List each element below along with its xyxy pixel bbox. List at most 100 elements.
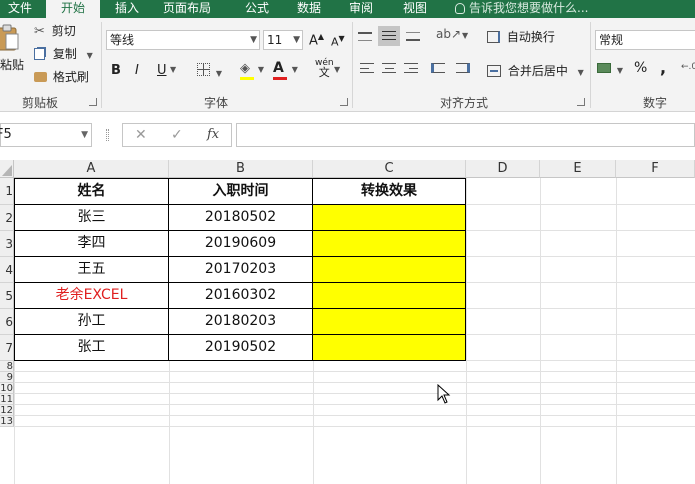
- column-header-f[interactable]: F: [616, 160, 695, 178]
- enter-icon[interactable]: ✓: [171, 127, 183, 143]
- tab-page-layout[interactable]: 页面布局: [150, 0, 224, 18]
- row-header-13[interactable]: 13: [0, 416, 14, 427]
- row-header-5[interactable]: 5: [0, 283, 14, 309]
- comma-button[interactable]: ,: [660, 58, 666, 77]
- paintbrush-icon: [34, 72, 47, 82]
- select-all-corner[interactable]: [0, 160, 14, 178]
- font-launcher-icon[interactable]: [340, 98, 348, 106]
- row-header-3[interactable]: 3: [0, 231, 14, 257]
- column-header-e[interactable]: E: [540, 160, 616, 178]
- cancel-icon[interactable]: ✕: [135, 127, 147, 143]
- gridline: [14, 360, 15, 484]
- result-cell[interactable]: [313, 309, 466, 335]
- tab-review[interactable]: 审阅: [338, 0, 384, 18]
- align-top-button[interactable]: [358, 30, 372, 44]
- column-header-b[interactable]: B: [169, 160, 313, 178]
- fill-color-button[interactable]: ◈ ▼: [240, 61, 264, 80]
- align-center-button[interactable]: [382, 62, 396, 76]
- italic-button[interactable]: I: [135, 63, 139, 78]
- table-cell[interactable]: 20180203: [169, 309, 313, 335]
- tab-file[interactable]: 文件: [0, 0, 40, 18]
- column-header-c[interactable]: C: [313, 160, 466, 178]
- tab-view[interactable]: 视图: [392, 0, 438, 18]
- table-cell[interactable]: 20190609: [169, 231, 313, 257]
- formula-input[interactable]: [236, 123, 695, 147]
- phonetic-button[interactable]: wén 文: [315, 58, 334, 78]
- result-cell[interactable]: [313, 283, 466, 309]
- table-cell[interactable]: 20190502: [169, 335, 313, 361]
- row-header-8[interactable]: 8: [0, 361, 14, 372]
- formula-bar: F5 ▼ ✕ ✓ fx: [0, 121, 695, 149]
- table-cell[interactable]: 王五: [14, 257, 169, 283]
- row-header-11[interactable]: 11: [0, 394, 14, 405]
- underline-dropdown-icon[interactable]: ▼: [170, 65, 176, 74]
- font-size-select[interactable]: 11 ▼: [263, 30, 303, 50]
- shrink-font-button[interactable]: A▼: [331, 34, 345, 49]
- row-header-6[interactable]: 6: [0, 309, 14, 335]
- alignment-launcher-icon[interactable]: [577, 98, 585, 106]
- table-cell[interactable]: 20180502: [169, 205, 313, 231]
- column-header-a[interactable]: A: [14, 160, 169, 178]
- table-header-cell[interactable]: 转换效果: [313, 178, 466, 205]
- tab-formulas[interactable]: 公式: [234, 0, 280, 18]
- table-cell[interactable]: 孙工: [14, 309, 169, 335]
- align-left-button[interactable]: [360, 62, 374, 76]
- row-header-1[interactable]: 1: [0, 178, 14, 205]
- result-cell[interactable]: [313, 335, 466, 361]
- worksheet-grid[interactable]: A B C D E F 1 2 3 4 5 6 7 8 9 10 11 12 13 姓名 入职时间 转换效果 张三 20180…: [0, 157, 695, 484]
- align-center-icon: [382, 63, 396, 73]
- table-header-cell[interactable]: 姓名: [14, 178, 169, 205]
- accounting-format-button[interactable]: ▼: [597, 62, 623, 76]
- font-name-select[interactable]: 等线 ▼: [106, 30, 260, 50]
- table-cell[interactable]: 20170203: [169, 257, 313, 283]
- align-right-button[interactable]: [404, 62, 418, 76]
- decrease-indent-button[interactable]: [431, 62, 445, 76]
- row-header-7[interactable]: 7: [0, 335, 14, 361]
- column-header-d[interactable]: D: [466, 160, 540, 178]
- wrap-text-button[interactable]: 自动换行: [487, 28, 555, 45]
- name-box[interactable]: F5 ▼: [0, 123, 92, 147]
- align-bottom-button[interactable]: [406, 30, 420, 44]
- font-color-swatch: [273, 77, 287, 80]
- result-cell[interactable]: [313, 231, 466, 257]
- underline-button[interactable]: U: [157, 63, 167, 78]
- table-cell[interactable]: 20160302: [169, 283, 313, 309]
- align-middle-button[interactable]: [378, 26, 400, 46]
- row-header-9[interactable]: 9: [0, 372, 14, 383]
- result-cell[interactable]: [313, 257, 466, 283]
- table-cell[interactable]: 老余EXCEL: [14, 283, 169, 309]
- table-cell[interactable]: 张工: [14, 335, 169, 361]
- grow-font-button[interactable]: A▲: [309, 32, 324, 48]
- phonetic-dropdown-icon[interactable]: ▼: [334, 65, 340, 74]
- table-cell[interactable]: 李四: [14, 231, 169, 257]
- bold-button[interactable]: B: [111, 63, 121, 78]
- number-format-select[interactable]: 常规: [595, 30, 695, 50]
- orientation-button[interactable]: ab↗▼: [436, 27, 468, 41]
- tab-data[interactable]: 数据: [286, 0, 332, 18]
- percent-button[interactable]: %: [634, 60, 647, 76]
- gridline: [540, 178, 541, 484]
- increase-decimal-button[interactable]: ←.0: [681, 62, 695, 72]
- tab-insert[interactable]: 插入: [104, 0, 150, 18]
- borders-button[interactable]: ▼: [197, 63, 222, 79]
- tell-me-search[interactable]: 告诉我您想要做什么...: [455, 0, 588, 18]
- table-cell[interactable]: 张三: [14, 205, 169, 231]
- row-header-2[interactable]: 2: [0, 205, 14, 231]
- font-color-button[interactable]: A ▼: [273, 60, 298, 80]
- clipboard-launcher-icon[interactable]: [89, 98, 97, 106]
- row-header-4[interactable]: 4: [0, 257, 14, 283]
- row-header-10[interactable]: 10: [0, 383, 14, 394]
- insert-function-button[interactable]: fx: [207, 127, 219, 142]
- tab-home[interactable]: 开始: [46, 0, 100, 18]
- merge-center-label: 合并后居中: [507, 64, 568, 78]
- result-cell[interactable]: [313, 205, 466, 231]
- merge-center-button[interactable]: 合并后居中 ▼: [487, 62, 584, 79]
- format-painter-button[interactable]: 格式刷: [34, 68, 89, 85]
- increase-indent-button[interactable]: [456, 62, 470, 76]
- copy-button[interactable]: 复制 ▼: [34, 45, 93, 62]
- formula-bar-splitter[interactable]: [106, 129, 109, 141]
- paste-button[interactable]: 粘贴: [0, 24, 26, 72]
- table-header-cell[interactable]: 入职时间: [169, 178, 313, 205]
- row-header-12[interactable]: 12: [0, 405, 14, 416]
- cut-button[interactable]: ✂ 剪切: [34, 22, 76, 39]
